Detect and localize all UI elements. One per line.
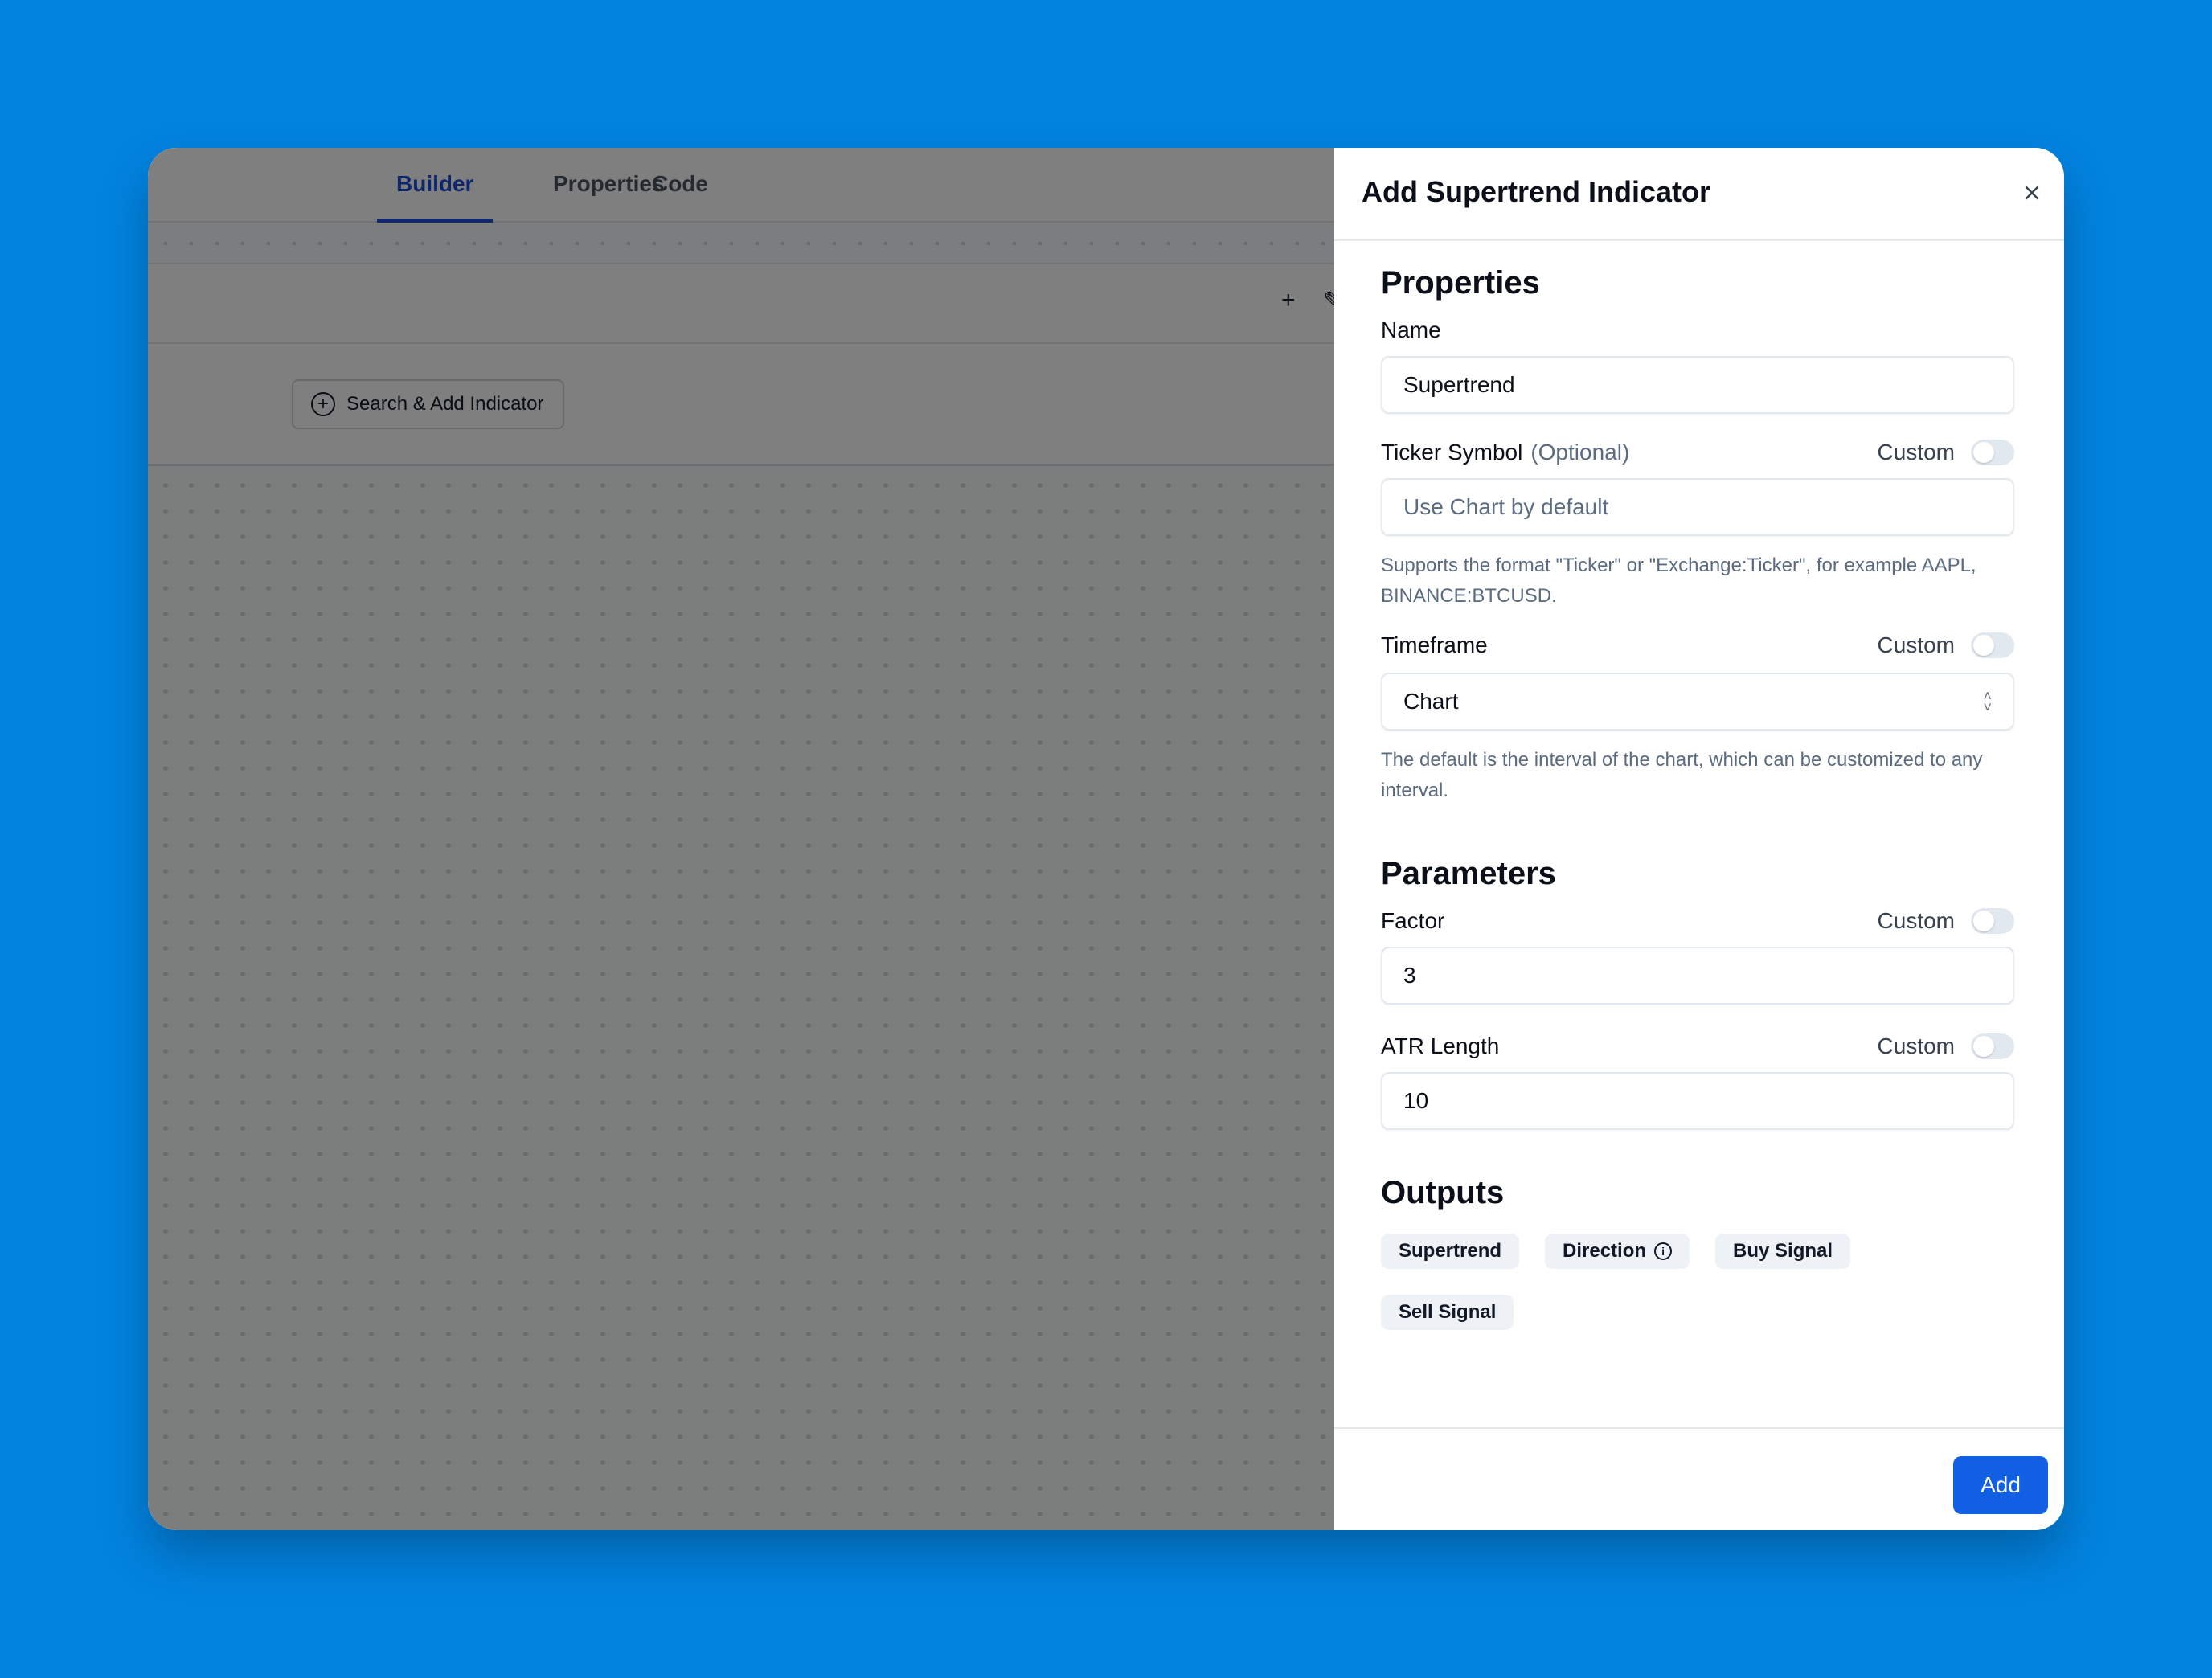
timeframe-custom-toggle[interactable] [1971,632,2014,658]
output-label: Supertrend [1399,1240,1502,1262]
timeframe-hint: The default is the interval of the chart… [1381,749,1983,801]
modal-overlay[interactable] [148,148,1334,1530]
output-label: Sell Signal [1399,1301,1497,1323]
chevron-up-down-icon: ˄ ˅ [1983,688,1992,715]
factor-custom-toggle[interactable] [1971,908,2014,934]
output-chip: Buy Signal [1715,1234,1851,1269]
name-label: Name [1381,317,1441,342]
timeframe-value: Chart [1403,689,1459,714]
output-label: Buy Signal [1733,1240,1833,1262]
atr-length-custom-toggle[interactable] [1971,1033,2014,1059]
sheet-header: Add Supertrend Indicator [1334,148,2064,241]
factor-input[interactable] [1381,947,2014,1005]
close-button[interactable] [2017,178,2046,207]
add-button[interactable]: Add [1953,1456,2048,1514]
sheet-body: Properties Name Ticker Symbol(Optional) … [1381,241,2014,1330]
outputs-list: Supertrend Direction i Buy Signal Sell Si… [1381,1234,1895,1330]
sheet-footer: Add [1334,1427,2064,1530]
name-input[interactable] [1381,356,2014,414]
timeframe-custom-label: Custom [1877,632,1955,657]
ticker-label: Ticker Symbol (Optional) [1381,440,1629,465]
info-icon[interactable]: i [1654,1242,1673,1260]
sheet-title: Add Supertrend Indicator [1362,175,1711,208]
ticker-label-text: Ticker Symbol [1381,440,1523,465]
close-icon [2025,186,2039,200]
ticker-hint: Supports the format "Ticker" or "Exchang… [1381,555,1976,607]
ticker-input[interactable] [1381,478,2014,536]
atr-length-input[interactable] [1381,1072,2014,1130]
output-label: Direction [1563,1240,1647,1262]
app-window: Builder Properties Code + ✎ + Search & A… [148,148,2064,1530]
outputs-heading: Outputs [1381,1175,1505,1210]
add-indicator-sheet: Add Supertrend Indicator Properties Name… [1334,148,2064,1530]
output-chip: Supertrend [1381,1234,1520,1269]
parameters-heading: Parameters [1381,856,1556,891]
output-chip: Sell Signal [1381,1295,1514,1330]
factor-label: Factor [1381,908,1445,933]
atr-length-label: ATR Length [1381,1033,1500,1058]
timeframe-label: Timeframe [1381,632,1488,657]
factor-custom-label: Custom [1877,908,1955,933]
ticker-custom-toggle[interactable] [1971,440,2014,465]
output-chip: Direction i [1545,1234,1690,1269]
atr-length-custom-label: Custom [1877,1033,1955,1058]
properties-heading: Properties [1381,265,1540,301]
optional-tag: (Optional) [1530,440,1630,465]
ticker-custom-label: Custom [1877,440,1955,465]
timeframe-select[interactable]: Chart ˄ ˅ [1381,673,2014,731]
